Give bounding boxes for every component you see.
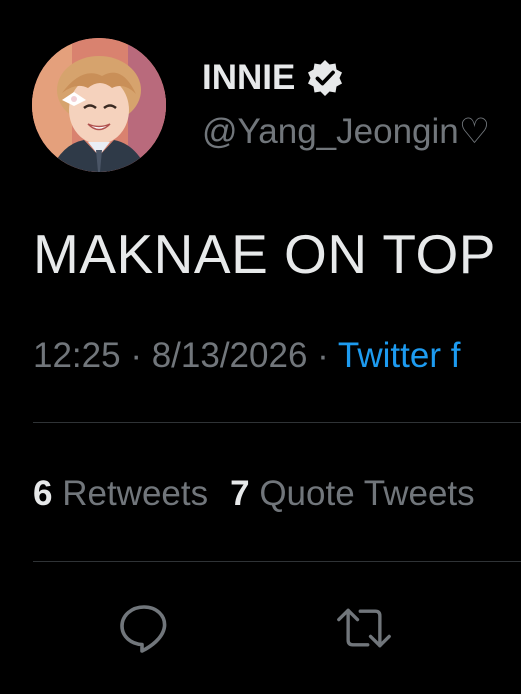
avatar[interactable] [32, 38, 166, 172]
quote-tweets-stat[interactable]: 7 Quote Tweets [230, 474, 475, 513]
profile-photo-icon [32, 38, 166, 172]
tweet-time[interactable]: 12:25 [33, 336, 121, 375]
verified-badge-icon [305, 58, 345, 98]
retweets-label: Retweets [62, 474, 209, 513]
reply-icon [120, 605, 167, 653]
tweet-detail: INNIE @Yang_Jeongin♡ MAKNAE ON TOP 12:25… [0, 0, 521, 694]
divider [33, 422, 521, 423]
tweet-meta: 12:25 · 8/13/2026 · Twitter f [33, 336, 460, 376]
divider [33, 561, 521, 562]
reply-button[interactable] [116, 600, 172, 656]
retweet-icon [337, 608, 391, 648]
meta-separator: · [120, 336, 152, 375]
tweet-text: MAKNAE ON TOP [33, 223, 496, 285]
tweet-actions [0, 600, 521, 656]
retweet-button[interactable] [336, 600, 392, 656]
meta-separator: · [307, 336, 338, 375]
tweet-date[interactable]: 8/13/2026 [152, 336, 308, 375]
author-name-row[interactable]: INNIE [202, 56, 345, 100]
author-display-name[interactable]: INNIE [202, 58, 295, 98]
tweet-source-link[interactable]: Twitter f [338, 336, 461, 375]
retweets-count: 6 [33, 474, 53, 513]
tweet-stats: 6 Retweets 7 Quote Tweets [33, 474, 475, 514]
quote-tweets-label: Quote Tweets [259, 474, 475, 513]
retweets-stat[interactable]: 6 Retweets [33, 474, 208, 513]
author-handle[interactable]: @Yang_Jeongin♡ [202, 112, 490, 152]
quote-tweets-count: 7 [230, 474, 250, 513]
